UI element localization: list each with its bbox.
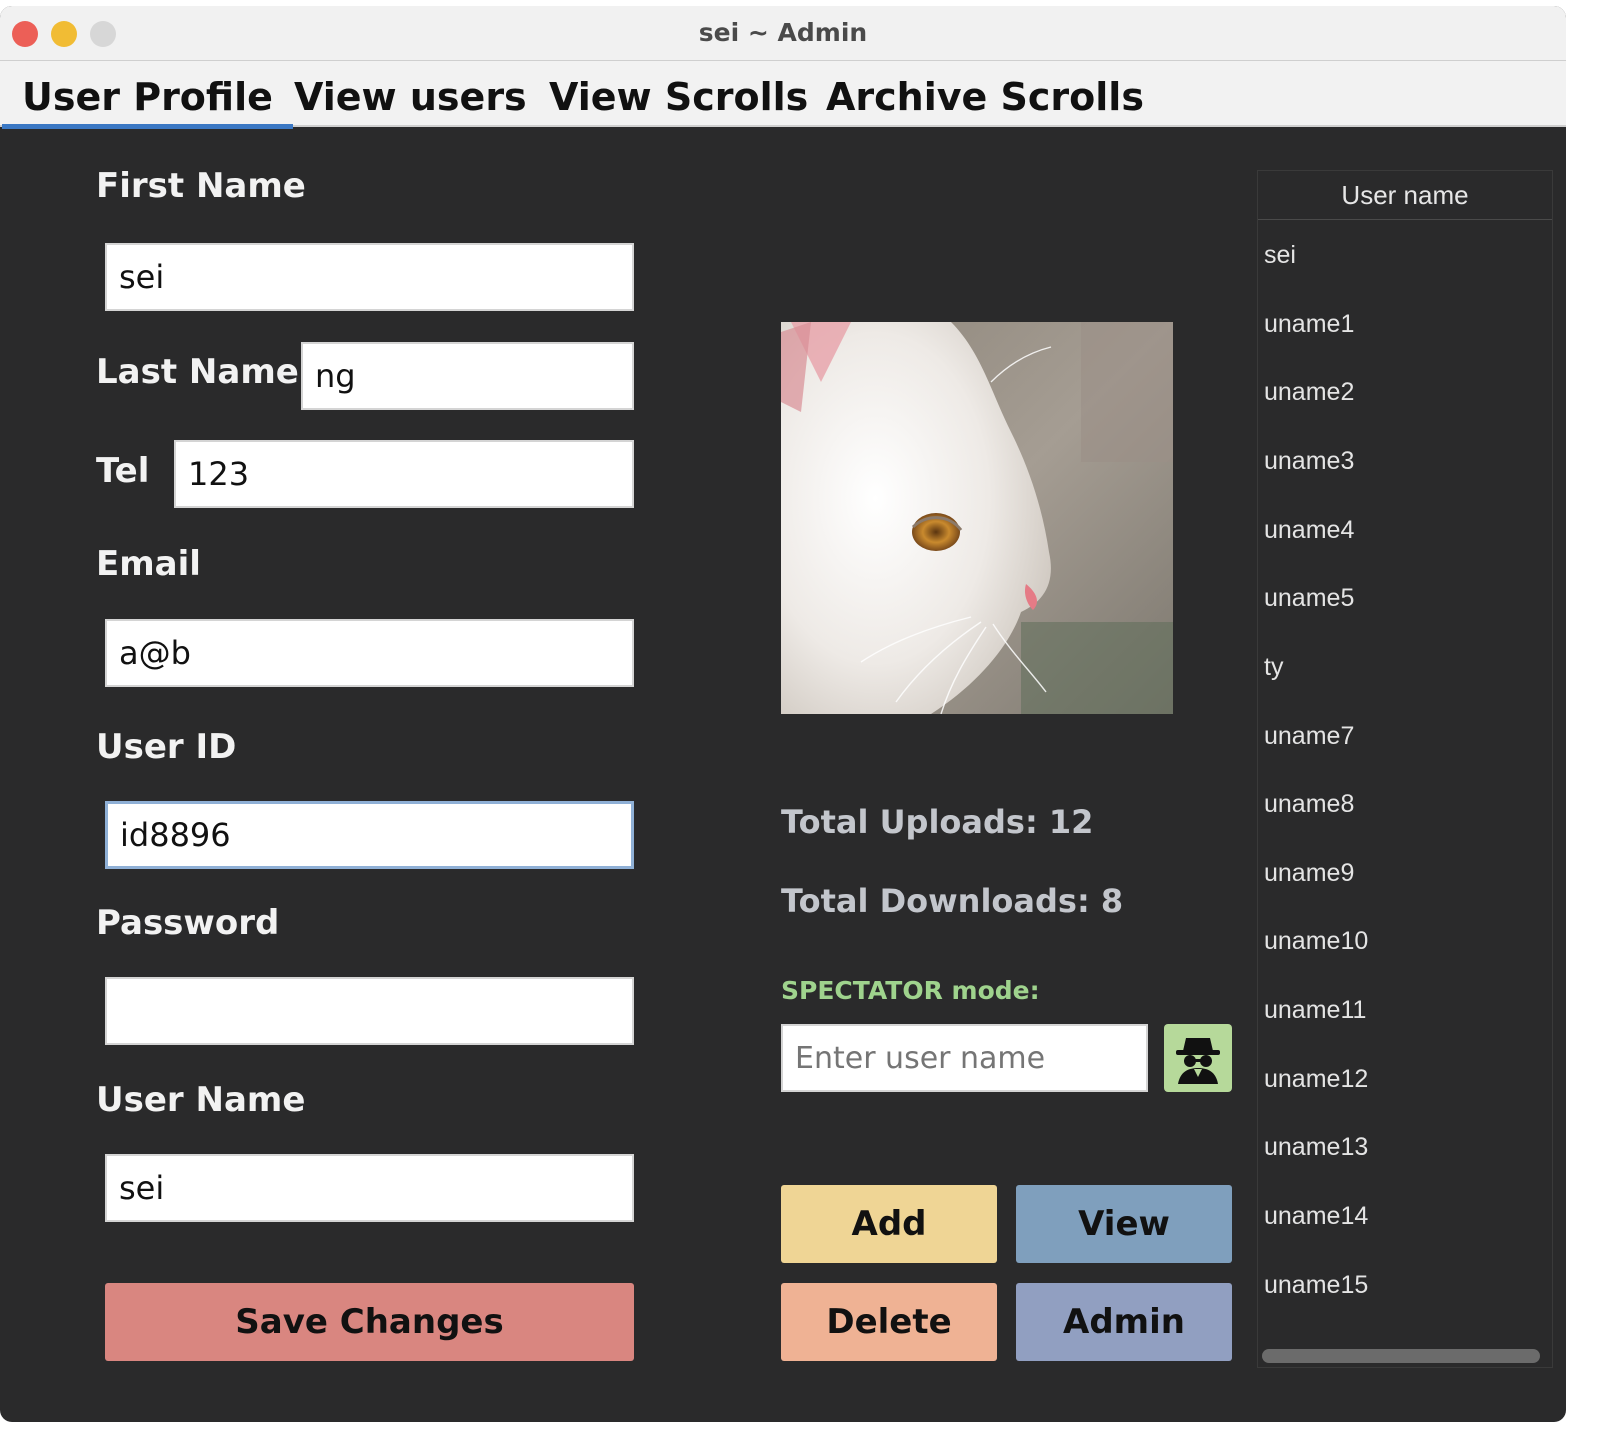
user-list: User name sei uname1 uname2 uname3 uname… [1257, 170, 1553, 1368]
user-list-header[interactable]: User name [1258, 171, 1552, 220]
tab-user-profile[interactable]: User Profile [2, 71, 293, 129]
list-item[interactable]: uname12 [1264, 1065, 1368, 1094]
list-item[interactable]: uname13 [1264, 1133, 1368, 1162]
list-item[interactable]: sei [1264, 241, 1296, 270]
password-field[interactable] [105, 977, 634, 1045]
list-item[interactable]: uname5 [1264, 584, 1354, 613]
email-label: Email [96, 544, 201, 584]
tel-label: Tel [96, 451, 150, 491]
profile-photo [781, 322, 1173, 714]
user-id-label: User ID [96, 727, 237, 767]
last-name-label: Last Name [96, 352, 299, 392]
list-item[interactable]: ty [1264, 653, 1283, 682]
last-name-field[interactable] [301, 342, 634, 410]
list-item[interactable]: uname10 [1264, 927, 1368, 956]
list-item[interactable]: uname4 [1264, 516, 1354, 545]
add-button[interactable]: Add [781, 1185, 997, 1263]
spectator-mode-label: SPECTATOR mode: [781, 976, 1040, 1005]
delete-button[interactable]: Delete [781, 1283, 997, 1361]
tab-view-users[interactable]: View users [274, 71, 547, 123]
list-item[interactable]: uname1 [1264, 310, 1354, 339]
window-title: sei ~ Admin [698, 18, 868, 47]
list-item[interactable]: uname8 [1264, 790, 1354, 819]
view-button[interactable]: View [1016, 1185, 1232, 1263]
total-downloads: Total Downloads: 8 [781, 882, 1124, 920]
spy-icon [1176, 1038, 1220, 1084]
tab-view-scrolls[interactable]: View Scrolls [529, 71, 828, 123]
first-name-label: First Name [96, 166, 306, 206]
user-name-label: User Name [96, 1080, 306, 1120]
list-item[interactable]: uname9 [1264, 859, 1354, 888]
tel-field[interactable] [174, 440, 634, 508]
save-changes-button[interactable]: Save Changes [105, 1283, 634, 1361]
tab-archive-scrolls[interactable]: Archive Scrolls [806, 71, 1164, 123]
email-field[interactable] [105, 619, 634, 687]
list-item[interactable]: uname15 [1264, 1271, 1368, 1300]
spectator-button[interactable] [1164, 1024, 1232, 1092]
list-item[interactable]: uname7 [1264, 722, 1354, 751]
user-name-field[interactable] [105, 1154, 634, 1222]
list-item[interactable]: uname2 [1264, 378, 1354, 407]
spectator-user-input[interactable] [781, 1024, 1148, 1092]
first-name-field[interactable] [105, 243, 634, 311]
list-item[interactable]: uname11 [1264, 996, 1366, 1025]
title-bar: sei ~ Admin [0, 6, 1566, 61]
admin-button[interactable]: Admin [1016, 1283, 1232, 1361]
list-item[interactable]: uname3 [1264, 447, 1354, 476]
horizontal-scrollbar[interactable] [1262, 1349, 1540, 1363]
password-label: Password [96, 903, 280, 943]
tab-bar: User Profile View users View Scrolls Arc… [0, 61, 1566, 129]
app-window: sei ~ Admin User Profile View users View… [0, 6, 1566, 1422]
user-id-field[interactable] [105, 801, 634, 869]
list-item[interactable]: uname14 [1264, 1202, 1368, 1231]
total-uploads: Total Uploads: 12 [781, 803, 1094, 841]
